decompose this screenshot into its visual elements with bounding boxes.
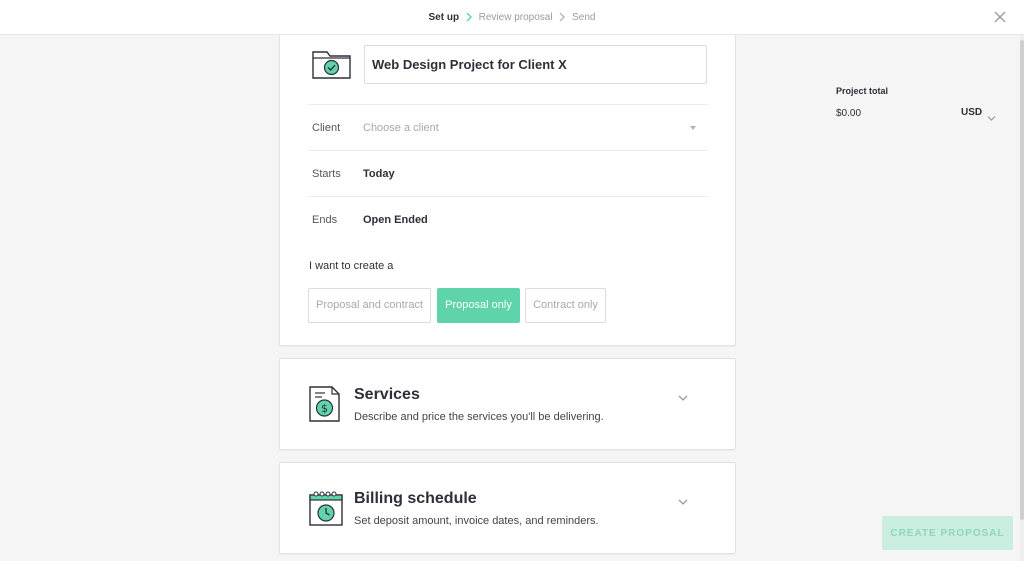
create-proposal-button[interactable]: CREATE PROPOSAL: [882, 516, 1013, 550]
billing-description: Set deposit amount, invoice dates, and r…: [354, 515, 599, 527]
chevron-down-icon[interactable]: [677, 493, 689, 505]
starts-row[interactable]: Starts Today: [308, 150, 708, 196]
step-send[interactable]: Send: [572, 12, 595, 23]
invoice-dollar-icon: $: [308, 385, 342, 425]
billing-title: Billing schedule: [354, 490, 477, 507]
client-select[interactable]: Choose a client: [363, 122, 439, 134]
project-total-value: $0.00: [836, 108, 862, 119]
services-description: Describe and price the services you'll b…: [354, 411, 604, 423]
option-proposal-and-contract[interactable]: Proposal and contract: [308, 288, 431, 323]
starts-value[interactable]: Today: [363, 168, 395, 180]
project-total-label: Project total: [836, 86, 889, 96]
billing-schedule-card[interactable]: Billing schedule Set deposit amount, inv…: [279, 462, 736, 554]
svg-text:$: $: [321, 402, 328, 415]
top-bar: Set up Review proposal Send: [0, 0, 1024, 35]
scrollbar-thumb[interactable]: [1020, 40, 1024, 520]
ends-value[interactable]: Open Ended: [363, 214, 428, 226]
client-row[interactable]: Client Choose a client: [308, 104, 708, 150]
option-proposal-only[interactable]: Proposal only: [437, 288, 520, 323]
folder-check-icon: [312, 48, 352, 80]
ends-row[interactable]: Ends Open Ended: [308, 196, 708, 242]
chevron-right-icon: [555, 11, 569, 23]
chevron-right-icon: [462, 11, 476, 23]
services-title: Services: [354, 386, 420, 403]
ends-label: Ends: [312, 214, 338, 226]
starts-label: Starts: [312, 168, 341, 180]
step-setup[interactable]: Set up: [429, 12, 460, 23]
create-type-label: I want to create a: [309, 260, 394, 272]
project-name-input[interactable]: [364, 45, 707, 84]
project-setup-card: Client Choose a client Starts Today Ends…: [279, 25, 736, 346]
services-card[interactable]: $ Services Describe and price the servic…: [279, 358, 736, 450]
step-review[interactable]: Review proposal: [479, 12, 553, 23]
chevron-down-icon[interactable]: [987, 109, 996, 121]
currency-select[interactable]: USD: [961, 107, 982, 118]
chevron-down-icon[interactable]: [677, 389, 689, 401]
caret-down-icon[interactable]: [690, 126, 696, 130]
close-icon[interactable]: [992, 9, 1008, 25]
client-label: Client: [312, 122, 341, 134]
option-contract-only[interactable]: Contract only: [525, 288, 606, 323]
progress-steps: Set up Review proposal Send: [0, 11, 1024, 23]
calendar-clock-icon: [308, 489, 343, 529]
